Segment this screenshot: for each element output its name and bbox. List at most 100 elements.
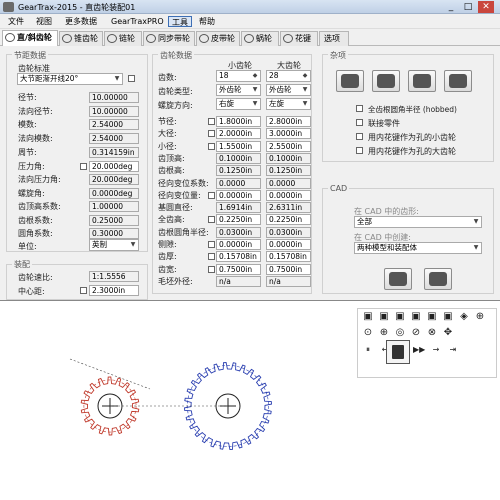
big-gear-value[interactable]: 3.0000in (266, 128, 311, 139)
big-gear-value[interactable]: 0.0000in (266, 239, 311, 250)
pitch-row-field[interactable]: 10.00000 (89, 106, 139, 117)
big-gear-value[interactable]: 2.6311in (266, 202, 311, 213)
wrench-button[interactable] (444, 70, 472, 92)
rotate-icon[interactable]: ⊕ (378, 327, 390, 338)
standard-select[interactable]: 大节距渐开线20° ▼ (17, 73, 123, 85)
pitch-row-field[interactable]: 20.000deg (89, 174, 139, 185)
pitch-row-field[interactable]: 2.54000 (89, 133, 139, 144)
factor-row-field[interactable]: 0.25000 (89, 215, 139, 226)
tab-timing-pulley[interactable]: 同步带轮 (143, 31, 195, 46)
menu-more-data[interactable]: 更多数据 (62, 16, 100, 27)
properties-button[interactable] (386, 340, 410, 364)
gear-row-checkbox[interactable] (208, 216, 215, 223)
pitch-row-field[interactable]: 10.00000 (89, 92, 139, 103)
small-gear-value[interactable]: 1.6914in (216, 202, 261, 213)
small-gear-value[interactable]: 0.1000in (216, 153, 261, 164)
full-fillet-checkbox[interactable] (356, 105, 363, 112)
zoom-icon[interactable]: ⊘ (410, 327, 422, 338)
tab-spline[interactable]: 花键 (280, 31, 318, 46)
big-gear-value[interactable]: 0.1000in (266, 153, 311, 164)
small-gear-value[interactable]: 1.5500in (216, 141, 261, 152)
shade-icon[interactable]: ⊕ (474, 311, 486, 322)
small-gear-value[interactable]: 2.0000in (216, 128, 261, 139)
small-gear-value[interactable]: n/a (216, 276, 261, 287)
big-gear-value[interactable]: 0.0000in (266, 190, 311, 201)
big-gear-value[interactable]: n/a (266, 276, 311, 287)
small-gear-value[interactable]: 0.2250in (216, 214, 261, 225)
small-teeth-stepper[interactable]: 18 ◆ (216, 70, 261, 82)
cube-icon[interactable]: ▣ (442, 311, 454, 322)
cad-create-select[interactable]: 两种模型和装配体 ▼ (354, 242, 482, 254)
cad-profile-select[interactable]: 全部 ▼ (354, 216, 482, 228)
gear-row-checkbox[interactable] (208, 192, 215, 199)
tab-worm[interactable]: 蜗轮 (241, 31, 279, 46)
pressure-angle-checkbox[interactable] (80, 163, 87, 170)
small-helix-hand-select[interactable]: 右旋 ▼ (216, 98, 261, 110)
factor-row-field[interactable]: 1.00000 (89, 201, 139, 212)
playback-control-icon[interactable]: ⇥ (447, 345, 459, 354)
unit-select[interactable]: 英制 ▼ (89, 239, 139, 251)
big-teeth-stepper[interactable]: 28 ◆ (266, 70, 311, 82)
big-gear-value[interactable]: 0.0000 (266, 178, 311, 189)
link-parts-checkbox[interactable] (356, 119, 363, 126)
small-gear-value[interactable]: 0.0000in (216, 239, 261, 250)
gear-row-checkbox[interactable] (208, 253, 215, 260)
big-gear-value[interactable]: 2.8000in (266, 116, 311, 127)
small-gear-type-select[interactable]: 外齿轮 ▼ (216, 84, 261, 96)
menu-tools[interactable]: 工具 (168, 16, 192, 27)
menu-file[interactable]: 文件 (5, 16, 27, 27)
close-button[interactable]: ✕ (478, 1, 494, 13)
small-gear-value[interactable]: 0.0300in (216, 227, 261, 238)
small-gear-value[interactable]: 0.7500in (216, 264, 261, 275)
cube-icon[interactable]: ▣ (362, 311, 374, 322)
gear-row-checkbox[interactable] (208, 143, 215, 150)
balance-button[interactable] (372, 70, 400, 92)
small-gear-value[interactable]: 0.0000 (216, 178, 261, 189)
big-gear-value[interactable]: 0.1250in (266, 165, 311, 176)
center-distance-checkbox[interactable] (80, 287, 87, 294)
small-spline-hole-checkbox[interactable] (356, 133, 363, 140)
pitch-row-field[interactable]: 20.000deg (89, 161, 139, 172)
gear-row-checkbox[interactable] (208, 118, 215, 125)
caliper-button[interactable] (408, 70, 436, 92)
small-gear-value[interactable]: 1.8000in (216, 116, 261, 127)
menu-help[interactable]: 帮助 (196, 16, 218, 27)
menu-view[interactable]: 视图 (33, 16, 55, 27)
cube-icon[interactable]: ◈ (458, 311, 470, 322)
gear-row-checkbox[interactable] (208, 266, 215, 273)
cube-icon[interactable]: ▣ (378, 311, 390, 322)
maximize-button[interactable]: □ (460, 1, 476, 13)
center-distance-field[interactable]: 2.3000in (89, 285, 139, 296)
pitch-row-field[interactable]: 0.0000deg (89, 188, 139, 199)
pan-icon[interactable]: ⊗ (426, 327, 438, 338)
small-gear-value[interactable]: 0.0000in (216, 190, 261, 201)
small-gear-value[interactable]: 0.15708in (216, 251, 261, 262)
big-spline-hole-checkbox[interactable] (356, 147, 363, 154)
big-gear-value[interactable]: 0.7500in (266, 264, 311, 275)
playback-control-icon[interactable]: ⏸ (362, 345, 374, 355)
small-gear-value[interactable]: 0.1250in (216, 165, 261, 176)
ratio-field[interactable]: 1:1.5556 (89, 271, 139, 282)
cad-build-button[interactable] (424, 268, 452, 290)
tab-sprocket[interactable]: 链轮 (104, 31, 142, 46)
gear-row-checkbox[interactable] (208, 130, 215, 137)
big-gear-value[interactable]: 0.0300in (266, 227, 311, 238)
factor-row-field[interactable]: 0.30000 (89, 228, 139, 239)
gear-row-checkbox[interactable] (208, 241, 215, 248)
pitch-row-field[interactable]: 2.54000 (89, 119, 139, 130)
big-gear-type-select[interactable]: 外齿轮 ▼ (266, 84, 311, 96)
menu-geartraxpro[interactable]: GearTraxPRO (108, 16, 167, 27)
cube-icon[interactable]: ▣ (410, 311, 422, 322)
tab-spur-helical[interactable]: 直/斜齿轮 (2, 30, 58, 46)
standard-checkbox[interactable] (128, 75, 135, 82)
cube-icon[interactable]: ▣ (394, 311, 406, 322)
pitch-row-field[interactable]: 0.314159in (89, 147, 139, 158)
tab-bevel[interactable]: 锥齿轮 (59, 31, 103, 46)
big-gear-value[interactable]: 0.2250in (266, 214, 311, 225)
cad-calc-button[interactable] (384, 268, 412, 290)
zoom-icon[interactable]: ⊙ (362, 327, 374, 338)
move-icon[interactable]: ✥ (442, 327, 454, 338)
playback-control-icon[interactable]: → (430, 345, 442, 354)
big-gear-value[interactable]: 0.15708in (266, 251, 311, 262)
cube-icon[interactable]: ▣ (426, 311, 438, 322)
